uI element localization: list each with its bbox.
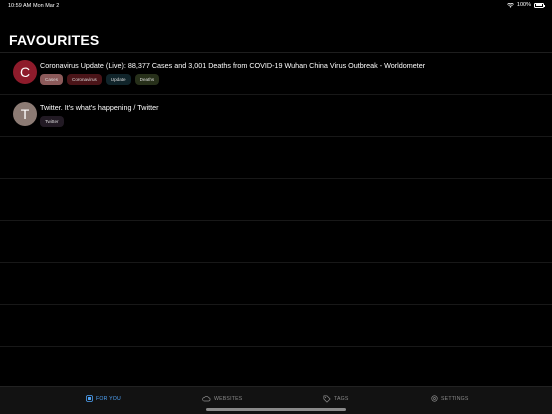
home-indicator[interactable] — [206, 408, 346, 411]
cloud-icon — [202, 396, 211, 402]
tag-chip[interactable]: Deaths — [134, 74, 160, 85]
empty-row — [0, 262, 552, 304]
favourite-row-coronavirus[interactable]: C Coronavirus Update (Live): 88,377 Case… — [0, 52, 552, 94]
battery-percent: 100% — [516, 2, 531, 8]
status-time: 10:59 AM — [8, 3, 32, 9]
tab-label: WEBSITES — [214, 395, 243, 402]
tab-settings[interactable]: SETTINGS — [431, 395, 469, 402]
avatar: T — [13, 102, 37, 126]
empty-row — [0, 178, 552, 220]
tag-chip[interactable]: Update — [105, 74, 131, 85]
tab-label: TAGS — [334, 396, 349, 402]
tab-label: SETTINGS — [441, 395, 469, 402]
empty-row — [0, 346, 552, 388]
tag-list: Twitter — [40, 116, 64, 127]
avatar: C — [13, 60, 37, 84]
empty-row — [0, 220, 552, 262]
tag-chip[interactable]: Coronavirus — [67, 74, 102, 85]
favourite-title: Coronavirus Update (Live): 88,377 Cases … — [40, 61, 426, 70]
tab-tags[interactable]: TAGS — [323, 395, 349, 403]
empty-row — [0, 136, 552, 178]
status-bar: 10:59 AM Mon Mar 2 100% — [0, 0, 552, 12]
empty-row — [0, 304, 552, 346]
favourites-list: C Coronavirus Update (Live): 88,377 Case… — [0, 52, 552, 388]
page-title: FAVOURITES — [9, 32, 100, 48]
tag-chip[interactable]: Twitter — [40, 116, 64, 127]
for-you-icon — [86, 395, 93, 402]
tab-label: FOR YOU — [96, 395, 121, 402]
tab-for-you[interactable]: FOR YOU — [86, 395, 121, 402]
gear-icon — [431, 395, 438, 402]
battery-icon — [534, 2, 545, 8]
wifi-icon — [507, 2, 514, 8]
favourite-title: Twitter. It's what's happening / Twitter — [40, 103, 159, 112]
tab-websites[interactable]: WEBSITES — [202, 395, 242, 402]
favourite-row-twitter[interactable]: T Twitter. It's what's happening / Twitt… — [0, 94, 552, 136]
tag-list: Cases Coronavirus Update Deaths — [40, 74, 160, 85]
tag-icon — [323, 395, 331, 403]
status-date: Mon Mar 2 — [33, 3, 60, 9]
status-indicators: 100% — [507, 2, 545, 8]
tag-chip[interactable]: Cases — [40, 74, 64, 85]
